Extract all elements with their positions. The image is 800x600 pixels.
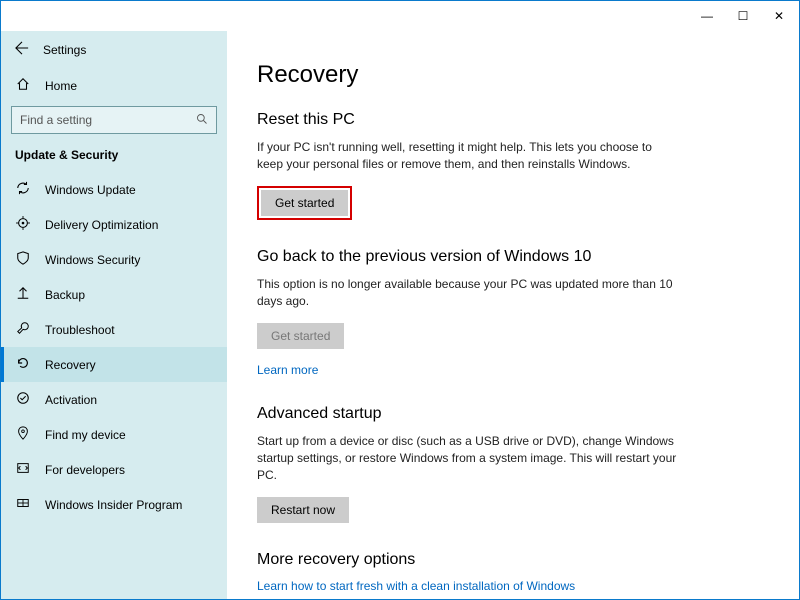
content-area[interactable]: Recovery Reset this PC If your PC isn't …: [227, 31, 799, 599]
delivery-icon: [15, 216, 31, 233]
search-box[interactable]: [11, 106, 217, 134]
sidebar-item-windows-security[interactable]: Windows Security: [1, 242, 227, 277]
maximize-icon: ☐: [738, 9, 749, 23]
section-advanced-startup: Advanced startup Start up from a device …: [257, 405, 677, 523]
app-title: Settings: [43, 43, 86, 57]
search-wrap: [1, 106, 227, 148]
window-body: Settings Home Update & Security: [1, 31, 799, 599]
sidebar-item-windows-insider[interactable]: Windows Insider Program: [1, 487, 227, 522]
home-label: Home: [45, 79, 77, 93]
section-heading: More recovery options: [257, 551, 677, 569]
minimize-button[interactable]: —: [689, 2, 725, 30]
section-heading: Go back to the previous version of Windo…: [257, 248, 677, 266]
shield-icon: [15, 251, 31, 268]
section-reset-this-pc: Reset this PC If your PC isn't running w…: [257, 111, 677, 220]
sidebar-nav: Windows Update Delivery Optimization Win…: [1, 172, 227, 522]
sidebar-item-recovery[interactable]: Recovery: [1, 347, 227, 382]
fresh-start-link[interactable]: Learn how to start fresh with a clean in…: [257, 579, 575, 593]
section-body: If your PC isn't running well, resetting…: [257, 139, 677, 174]
sidebar-item-backup[interactable]: Backup: [1, 277, 227, 312]
backup-icon: [15, 286, 31, 303]
sidebar-item-label: Activation: [45, 393, 97, 407]
close-button[interactable]: ✕: [761, 2, 797, 30]
sidebar-item-label: Backup: [45, 288, 85, 302]
titlebar: — ☐ ✕: [1, 1, 799, 31]
sidebar-section-title: Update & Security: [1, 148, 227, 172]
sidebar-item-label: Delivery Optimization: [45, 218, 158, 232]
home-icon: [15, 77, 31, 94]
sidebar-item-find-my-device[interactable]: Find my device: [1, 417, 227, 452]
goback-get-started-button: Get started: [257, 323, 344, 349]
highlight-box: Get started: [257, 186, 352, 220]
sidebar: Settings Home Update & Security: [1, 31, 227, 599]
sync-icon: [15, 181, 31, 198]
sidebar-home[interactable]: Home: [1, 69, 227, 106]
settings-window: — ☐ ✕ Settings Home: [0, 0, 800, 600]
sidebar-item-label: Windows Insider Program: [45, 498, 182, 512]
location-icon: [15, 426, 31, 443]
sidebar-item-label: Recovery: [45, 358, 96, 372]
maximize-button[interactable]: ☐: [725, 2, 761, 30]
insider-icon: [15, 496, 31, 513]
section-more-recovery: More recovery options Learn how to start…: [257, 551, 677, 593]
page-title: Recovery: [257, 61, 789, 89]
sidebar-item-delivery-optimization[interactable]: Delivery Optimization: [1, 207, 227, 242]
restart-now-button[interactable]: Restart now: [257, 497, 349, 523]
sidebar-item-label: Windows Update: [45, 183, 136, 197]
back-arrow-icon: [15, 41, 29, 55]
search-icon: [196, 113, 208, 128]
sidebar-item-for-developers[interactable]: For developers: [1, 452, 227, 487]
section-go-back: Go back to the previous version of Windo…: [257, 248, 677, 377]
minimize-icon: —: [701, 9, 713, 23]
close-icon: ✕: [774, 9, 784, 23]
developers-icon: [15, 461, 31, 478]
recovery-icon: [15, 356, 31, 373]
sidebar-item-label: Troubleshoot: [45, 323, 115, 337]
sidebar-item-activation[interactable]: Activation: [1, 382, 227, 417]
search-input[interactable]: [20, 113, 196, 127]
back-button[interactable]: [15, 41, 29, 59]
sidebar-item-label: Windows Security: [45, 253, 140, 267]
sidebar-item-troubleshoot[interactable]: Troubleshoot: [1, 312, 227, 347]
sidebar-item-label: For developers: [45, 463, 125, 477]
section-heading: Advanced startup: [257, 405, 677, 423]
section-heading: Reset this PC: [257, 111, 677, 129]
sidebar-header: Settings: [1, 35, 227, 69]
sidebar-item-label: Find my device: [45, 428, 126, 442]
section-body: Start up from a device or disc (such as …: [257, 433, 677, 485]
wrench-icon: [15, 321, 31, 338]
section-body: This option is no longer available becau…: [257, 276, 677, 311]
learn-more-link[interactable]: Learn more: [257, 363, 318, 377]
sidebar-item-windows-update[interactable]: Windows Update: [1, 172, 227, 207]
activation-icon: [15, 391, 31, 408]
reset-get-started-button[interactable]: Get started: [261, 190, 348, 216]
